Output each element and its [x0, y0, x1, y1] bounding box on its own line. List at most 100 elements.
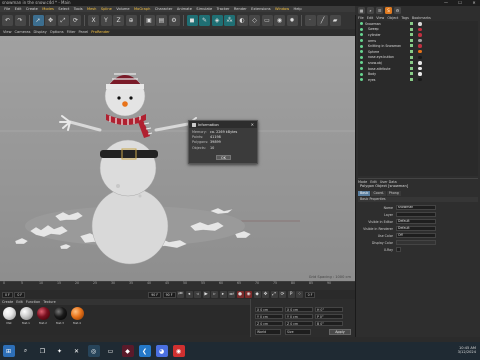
- tab-phong[interactable]: Phong: [386, 191, 401, 196]
- point-level-icon[interactable]: ⁘: [296, 291, 304, 298]
- perspective-viewport[interactable]: Grid Spacing : 1000 cm: [0, 36, 355, 281]
- start-frame-field[interactable]: 0 F: [2, 291, 13, 298]
- start-icon[interactable]: ⊞: [2, 345, 15, 357]
- material-item[interactable]: Mat.3: [53, 307, 67, 335]
- light-icon[interactable]: ✹: [286, 15, 298, 26]
- rotation-h-field[interactable]: H 0°: [315, 307, 343, 312]
- checkmark-icon[interactable]: [410, 27, 413, 31]
- checkmark-icon[interactable]: [410, 77, 413, 81]
- size-mode-select[interactable]: Size: [285, 329, 311, 335]
- object-visibility-icon[interactable]: [360, 33, 363, 37]
- viewport-menu-display[interactable]: Display: [34, 29, 47, 36]
- discord-icon[interactable]: ◕: [155, 345, 168, 357]
- filter-icon[interactable]: ☰: [376, 7, 383, 14]
- z-axis-icon[interactable]: Z: [113, 15, 124, 26]
- rotation-p-field[interactable]: P 0°: [315, 314, 343, 319]
- object-visibility-icon[interactable]: [360, 67, 363, 71]
- visible-in-editor-select[interactable]: Default: [396, 219, 436, 224]
- current-frame-display[interactable]: 0 F: [304, 291, 316, 298]
- ok-button[interactable]: OK: [216, 155, 231, 160]
- close-icon[interactable]: ✕: [251, 121, 254, 128]
- chrome-icon[interactable]: ◉: [172, 345, 185, 357]
- current-frame-field[interactable]: 0 F: [14, 291, 26, 298]
- system-clock[interactable]: 10:45 AM 3/12/2024: [458, 346, 476, 354]
- cube-icon[interactable]: ◼: [186, 15, 198, 26]
- search-icon[interactable]: ⌕: [367, 7, 374, 14]
- y-axis-icon[interactable]: Y: [100, 15, 112, 26]
- material-tag-icon[interactable]: [418, 77, 422, 82]
- checkmark-icon[interactable]: [410, 22, 413, 25]
- object-visibility-icon[interactable]: [360, 78, 363, 82]
- redo-icon[interactable]: ↷: [14, 15, 26, 26]
- viewport-menu-panel[interactable]: Panel: [79, 29, 89, 36]
- render-view-icon[interactable]: ▣: [143, 15, 155, 26]
- camera-icon[interactable]: ◉: [274, 15, 285, 26]
- parameter-key-icon[interactable]: P: [287, 291, 295, 298]
- x-app-icon[interactable]: ✕: [71, 345, 83, 357]
- viewport-menu-options[interactable]: Options: [50, 29, 64, 36]
- pen-icon[interactable]: ✎: [199, 15, 210, 26]
- object-visibility-icon[interactable]: [360, 39, 363, 43]
- viewport-menu-filter[interactable]: Filter: [67, 29, 76, 36]
- layout-icon[interactable]: ▦: [358, 7, 365, 14]
- material-tag-icon[interactable]: [418, 22, 422, 26]
- end-frame-field-2[interactable]: 90 F: [162, 291, 176, 298]
- xray-checkbox[interactable]: [396, 247, 401, 252]
- material-tag-icon[interactable]: [418, 55, 422, 60]
- render-settings-icon[interactable]: ⚙: [168, 15, 180, 26]
- previous-key-icon[interactable]: ◂: [185, 291, 193, 298]
- material-item[interactable]: Mat.4: [70, 307, 84, 335]
- checkmark-icon[interactable]: [410, 38, 413, 42]
- play-icon[interactable]: ▶: [202, 291, 210, 298]
- checkmark-icon[interactable]: [410, 66, 413, 70]
- coordinate-system-icon[interactable]: ⊕: [125, 15, 137, 26]
- new-scene-icon[interactable]: S: [385, 7, 392, 14]
- name-field[interactable]: snowman: [396, 205, 436, 210]
- move-icon[interactable]: ✥: [45, 15, 56, 26]
- size-z-field[interactable]: Z 0 cm: [285, 321, 313, 326]
- points-mode-icon[interactable]: ·: [304, 15, 316, 26]
- copilot-icon[interactable]: ✦: [54, 345, 66, 357]
- material-tag-icon[interactable]: [418, 27, 422, 32]
- tab-coord[interactable]: Coord.: [371, 191, 386, 196]
- coordinate-space-select[interactable]: World: [255, 329, 281, 335]
- vscode-icon[interactable]: ❮: [138, 345, 151, 357]
- rotation-b-field[interactable]: B 0°: [315, 321, 343, 326]
- floor-icon[interactable]: ▭: [261, 15, 273, 26]
- object-visibility-icon[interactable]: [360, 44, 363, 48]
- x-axis-icon[interactable]: X: [88, 15, 99, 26]
- object-visibility-icon[interactable]: [360, 61, 363, 65]
- checkmark-icon[interactable]: [410, 55, 413, 59]
- material-tag-icon[interactable]: [418, 49, 422, 54]
- deformer-icon[interactable]: ◇: [249, 15, 260, 26]
- material-item[interactable]: Mat: [2, 307, 16, 335]
- undo-icon[interactable]: ↶: [2, 15, 13, 26]
- layer-field[interactable]: [396, 212, 436, 217]
- object-visibility-icon[interactable]: [360, 22, 363, 26]
- material-tag-icon[interactable]: [418, 44, 422, 48]
- settings-icon[interactable]: ⚙: [394, 7, 401, 14]
- rotation-key-icon[interactable]: ⟳: [279, 291, 287, 298]
- checkmark-icon[interactable]: [410, 61, 413, 65]
- material-tag-icon[interactable]: [418, 33, 422, 37]
- viewport-menu-cameras[interactable]: Cameras: [15, 29, 31, 36]
- next-frame-icon[interactable]: ▹: [211, 291, 219, 298]
- checkmark-icon[interactable]: [410, 33, 413, 37]
- autokey-icon[interactable]: ◉: [245, 291, 253, 298]
- material-item[interactable]: Mat.1: [19, 307, 33, 335]
- use-color-select[interactable]: Off: [396, 233, 436, 238]
- next-key-icon[interactable]: ▸: [219, 291, 227, 298]
- object-row[interactable]: eyes: [358, 77, 478, 83]
- material-tag-icon[interactable]: [418, 72, 422, 76]
- search-icon[interactable]: ⌕: [20, 345, 32, 357]
- display-color-swatch[interactable]: [396, 240, 436, 245]
- go-to-start-icon[interactable]: ⏮: [177, 291, 185, 298]
- subdivision-icon[interactable]: ◈: [211, 15, 223, 26]
- checkmark-icon[interactable]: [410, 44, 413, 48]
- object-visibility-icon[interactable]: [360, 27, 363, 31]
- object-visibility-icon[interactable]: [360, 55, 363, 59]
- previous-frame-icon[interactable]: ◃: [194, 291, 202, 298]
- viewport-menu-prorender[interactable]: ProRender: [91, 29, 110, 36]
- end-frame-field[interactable]: 90 F: [148, 291, 162, 298]
- polygons-mode-icon[interactable]: ▰: [329, 15, 341, 26]
